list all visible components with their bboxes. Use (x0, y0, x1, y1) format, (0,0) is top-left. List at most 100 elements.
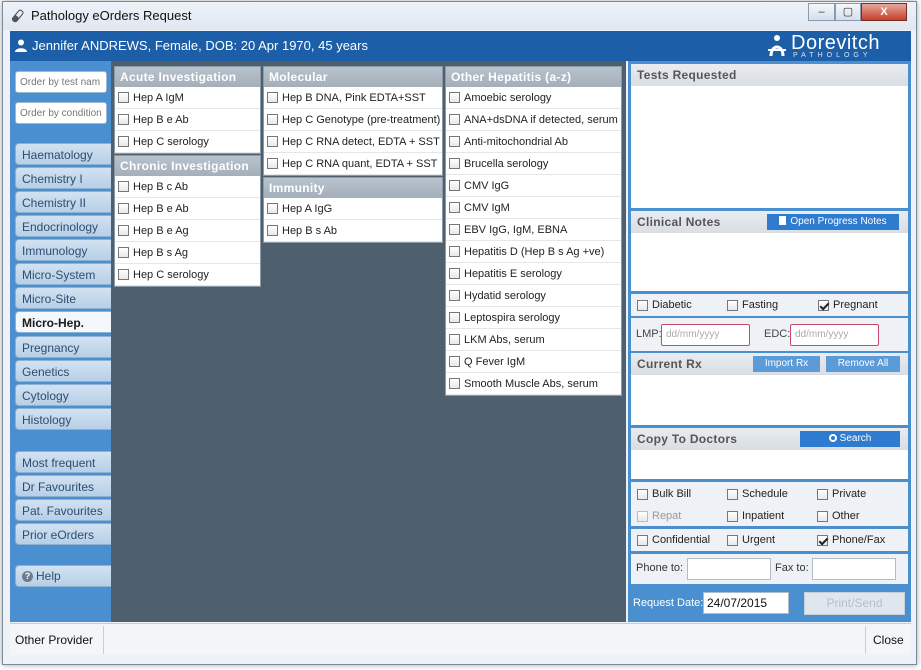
tab-chemistry-2[interactable]: Chemistry II (15, 191, 111, 213)
test-item[interactable]: Anti-mitochondrial Ab (446, 131, 621, 153)
checkbox[interactable] (449, 334, 460, 345)
request-date-input[interactable]: 24/07/2015 (703, 592, 789, 614)
print-send-button[interactable]: Print/Send (804, 592, 905, 615)
test-item[interactable]: Hep C serology (115, 264, 260, 286)
test-item[interactable]: Hep B s Ag (115, 242, 260, 264)
checkbox[interactable] (118, 225, 129, 236)
search-test-input[interactable] (15, 71, 107, 93)
test-item[interactable]: Hepatitis E serology (446, 263, 621, 285)
checkbox[interactable] (267, 114, 278, 125)
private-checkbox[interactable] (817, 488, 828, 500)
tab-micro-site[interactable]: Micro-Site (15, 287, 111, 309)
clinical-notes-input[interactable] (632, 234, 907, 288)
checkbox[interactable] (267, 225, 278, 236)
help-button[interactable]: ? Help (15, 565, 111, 587)
import-rx-button[interactable]: Import Rx (753, 356, 820, 372)
checkbox[interactable] (449, 312, 460, 323)
tab-histology[interactable]: Histology (15, 408, 111, 430)
checkbox[interactable] (449, 246, 460, 257)
checkbox[interactable] (118, 247, 129, 258)
diabetic-checkbox[interactable] (637, 299, 648, 311)
other-provider-button[interactable]: Other Provider (15, 633, 93, 647)
urgent-option[interactable]: Urgent (727, 534, 775, 546)
tab-pregnancy[interactable]: Pregnancy (15, 336, 111, 358)
minimize-button[interactable]: – (808, 3, 835, 21)
test-item[interactable]: Hep B DNA, Pink EDTA+SST (264, 87, 442, 109)
test-item[interactable]: Brucella serology (446, 153, 621, 175)
tab-micro-hep[interactable]: Micro-Hep. (15, 311, 111, 333)
test-item[interactable]: Amoebic serology (446, 87, 621, 109)
tab-endocrinology[interactable]: Endocrinology (15, 215, 111, 237)
tab-chemistry-1[interactable]: Chemistry I (15, 167, 111, 189)
test-item[interactable]: Hepatitis D (Hep B s Ag +ve) (446, 241, 621, 263)
test-item[interactable]: Hep C Genotype (pre-treatment) (264, 109, 442, 131)
phone-fax-option[interactable]: Phone/Fax (817, 534, 885, 546)
checkbox[interactable] (449, 290, 460, 301)
test-item[interactable]: Hep A IgM (115, 87, 260, 109)
tab-pat-favourites[interactable]: Pat. Favourites (15, 499, 111, 521)
search-condition-input[interactable] (15, 102, 107, 124)
private-option[interactable]: Private (817, 488, 866, 500)
test-item[interactable]: CMV IgM (446, 197, 621, 219)
checkbox[interactable] (118, 269, 129, 280)
tab-haematology[interactable]: Haematology (15, 143, 111, 165)
confidential-checkbox[interactable] (637, 534, 648, 546)
lmp-input[interactable]: dd/mm/yyyy (661, 324, 750, 346)
other-option[interactable]: Other (817, 510, 860, 522)
confidential-option[interactable]: Confidential (637, 534, 710, 546)
test-item[interactable]: Q Fever IgM (446, 351, 621, 373)
search-doctors-button[interactable]: Search (800, 431, 900, 447)
bulk-bill-option[interactable]: Bulk Bill (637, 488, 691, 500)
checkbox[interactable] (118, 92, 129, 103)
test-item[interactable]: Hep B e Ab (115, 198, 260, 220)
test-item[interactable]: Hep C RNA quant, EDTA + SST (264, 153, 442, 175)
fasting-checkbox[interactable] (727, 299, 738, 311)
tab-prior-eorders[interactable]: Prior eOrders (15, 523, 111, 545)
test-item[interactable]: Hep A IgG (264, 198, 442, 220)
checkbox[interactable] (267, 92, 278, 103)
open-progress-notes-button[interactable]: Open Progress Notes (767, 214, 899, 230)
tab-most-frequent[interactable]: Most frequent (15, 451, 111, 473)
tab-genetics[interactable]: Genetics (15, 360, 111, 382)
tab-cytology[interactable]: Cytology (15, 384, 111, 406)
inpatient-checkbox[interactable] (727, 510, 738, 522)
test-item[interactable]: Hep C RNA detect, EDTA + SST (264, 131, 442, 153)
tab-dr-favourites[interactable]: Dr Favourites (15, 475, 111, 497)
remove-all-button[interactable]: Remove All (826, 356, 900, 372)
tab-micro-system[interactable]: Micro-System (15, 263, 111, 285)
test-item[interactable]: CMV IgG (446, 175, 621, 197)
edc-input[interactable]: dd/mm/yyyy (790, 324, 879, 346)
checkbox[interactable] (449, 378, 460, 389)
tab-immunology[interactable]: Immunology (15, 239, 111, 261)
checkbox[interactable] (118, 181, 129, 192)
other-checkbox[interactable] (817, 510, 828, 522)
test-item[interactable]: LKM Abs, serum (446, 329, 621, 351)
test-item[interactable]: Hep C serology (115, 131, 260, 153)
checkbox[interactable] (267, 136, 278, 147)
checkbox[interactable] (449, 202, 460, 213)
checkbox[interactable] (267, 203, 278, 214)
schedule-checkbox[interactable] (727, 488, 738, 500)
checkbox[interactable] (449, 158, 460, 169)
urgent-checkbox[interactable] (727, 534, 738, 546)
test-item[interactable]: EBV IgG, IgM, EBNA (446, 219, 621, 241)
fasting-option[interactable]: Fasting (727, 299, 778, 311)
checkbox[interactable] (267, 158, 278, 169)
checkbox[interactable] (449, 180, 460, 191)
checkbox[interactable] (118, 203, 129, 214)
bulk-bill-checkbox[interactable] (637, 488, 648, 500)
checkbox[interactable] (449, 224, 460, 235)
diabetic-option[interactable]: Diabetic (637, 299, 692, 311)
fax-to-input[interactable] (812, 558, 896, 580)
phone-fax-checkbox[interactable] (817, 534, 828, 546)
checkbox[interactable] (449, 114, 460, 125)
checkbox[interactable] (118, 136, 129, 147)
checkbox[interactable] (118, 114, 129, 125)
schedule-option[interactable]: Schedule (727, 488, 788, 500)
maximize-button[interactable]: ▢ (835, 3, 861, 21)
checkbox[interactable] (449, 92, 460, 103)
test-item[interactable]: ANA+dsDNA if detected, serum (446, 109, 621, 131)
inpatient-option[interactable]: Inpatient (727, 510, 784, 522)
pregnant-option[interactable]: Pregnant (818, 299, 878, 311)
checkbox[interactable] (449, 136, 460, 147)
